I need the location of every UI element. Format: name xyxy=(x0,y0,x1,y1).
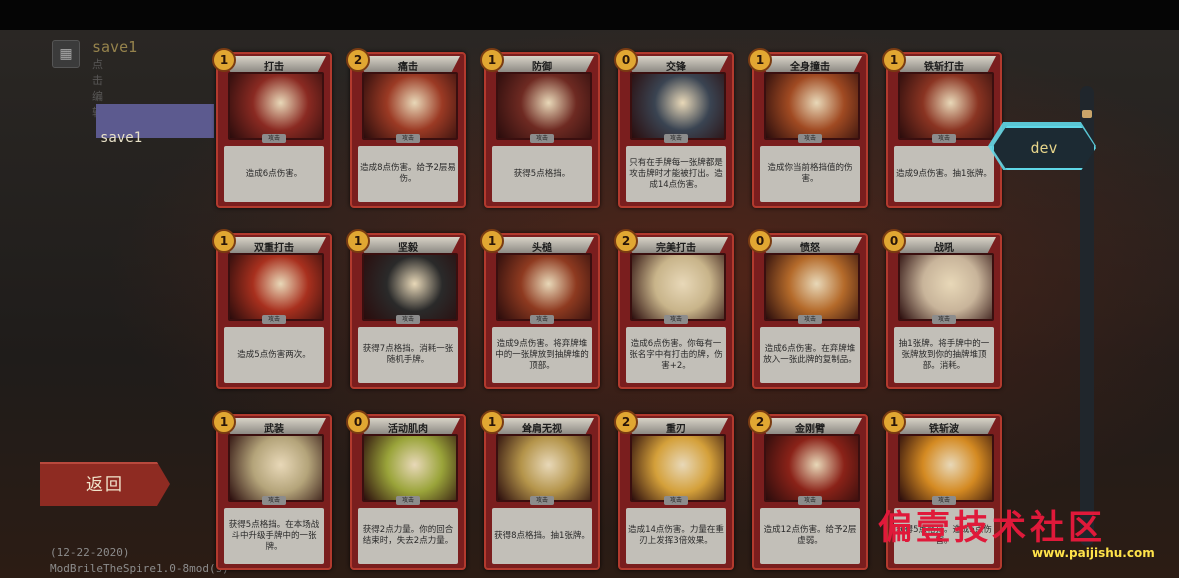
card-type-label: 攻击 xyxy=(664,496,688,505)
card[interactable]: 愤怒 攻击 造成6点伤害。在弃牌堆放入一张此牌的复制品。 0 xyxy=(748,229,868,389)
card[interactable]: 打击 攻击 造成6点伤害。 1 xyxy=(212,48,332,208)
energy-cost-icon: 0 xyxy=(346,410,370,434)
card-art xyxy=(764,72,860,140)
energy-cost-icon: 0 xyxy=(882,229,906,253)
dev-button[interactable]: dev xyxy=(992,126,1096,170)
card-type-label: 攻击 xyxy=(664,315,688,324)
scrollbar-thumb[interactable] xyxy=(1082,110,1092,118)
energy-cost-icon: 1 xyxy=(212,229,236,253)
card-type-label: 攻击 xyxy=(530,315,554,324)
card-description: 获得5点格挡。 xyxy=(492,146,592,202)
energy-cost-icon: 0 xyxy=(614,48,638,72)
card-description: 造成6点伤害。 xyxy=(224,146,324,202)
card-art xyxy=(898,72,994,140)
card-type-label: 攻击 xyxy=(530,134,554,143)
card-description: 只有在手牌每一张牌都是攻击牌时才能被打出。造成14点伤害。 xyxy=(626,146,726,202)
card[interactable]: 头槌 攻击 造成9点伤害。将弃牌堆中的一张牌放到抽牌堆的顶部。 1 xyxy=(480,229,600,389)
card-art xyxy=(630,253,726,321)
energy-cost-icon: 1 xyxy=(748,48,772,72)
card[interactable]: 坚毅 攻击 获得7点格挡。消耗一张随机手牌。 1 xyxy=(346,229,466,389)
card-art xyxy=(496,253,592,321)
card-description: 获得8点格挡。抽1张牌。 xyxy=(492,508,592,564)
footer-date: (12-22-2020) xyxy=(50,546,130,559)
energy-cost-icon: 1 xyxy=(212,410,236,434)
card-description: 造成8点伤害。给予2层易伤。 xyxy=(358,146,458,202)
top-black-bar xyxy=(0,0,1179,30)
energy-cost-icon: 1 xyxy=(212,48,236,72)
card[interactable]: 完美打击 攻击 造成6点伤害。你每有一张名字中有打击的牌，伤害+2。 2 xyxy=(614,229,734,389)
card-description: 造成你当前格挡值的伤害。 xyxy=(760,146,860,202)
energy-cost-icon: 1 xyxy=(480,410,504,434)
card[interactable]: 战吼 攻击 抽1张牌。将手牌中的一张牌放到你的抽牌堆顶部。消耗。 0 xyxy=(882,229,1002,389)
card-art xyxy=(228,72,324,140)
card-art xyxy=(764,253,860,321)
card-description: 造成5点伤害两次。 xyxy=(224,327,324,383)
card-art xyxy=(362,72,458,140)
energy-cost-icon: 2 xyxy=(614,229,638,253)
energy-cost-icon: 0 xyxy=(748,229,772,253)
card-art xyxy=(228,253,324,321)
card-type-label: 攻击 xyxy=(396,315,420,324)
card-art xyxy=(228,434,324,502)
energy-cost-icon: 1 xyxy=(882,48,906,72)
footer-mod-info: ModBrileTheSpire1.0-8mod(s) xyxy=(50,562,229,575)
card-art xyxy=(630,72,726,140)
card-type-label: 攻击 xyxy=(396,496,420,505)
card[interactable]: 铁斩打击 攻击 造成9点伤害。抽1张牌。 1 xyxy=(882,48,1002,208)
card-art xyxy=(764,434,860,502)
card[interactable]: 痛击 攻击 造成8点伤害。给予2层易伤。 2 xyxy=(346,48,466,208)
card-type-label: 攻击 xyxy=(530,496,554,505)
card-description: 造成6点伤害。在弃牌堆放入一张此牌的复制品。 xyxy=(760,327,860,383)
card-description: 抽1张牌。将手牌中的一张牌放到你的抽牌堆顶部。消耗。 xyxy=(894,327,994,383)
card-type-label: 攻击 xyxy=(262,315,286,324)
card[interactable]: 防御 攻击 获得5点格挡。 1 xyxy=(480,48,600,208)
save-slot-label[interactable]: save1 xyxy=(100,130,142,146)
card-type-label: 攻击 xyxy=(262,134,286,143)
energy-cost-icon: 1 xyxy=(480,48,504,72)
energy-cost-icon: 1 xyxy=(346,229,370,253)
energy-cost-icon: 1 xyxy=(480,229,504,253)
card-description: 造成6点伤害。你每有一张名字中有打击的牌，伤害+2。 xyxy=(626,327,726,383)
card-art xyxy=(362,253,458,321)
energy-cost-icon: 2 xyxy=(614,410,638,434)
card-type-label: 攻击 xyxy=(396,134,420,143)
card-type-label: 攻击 xyxy=(798,496,822,505)
energy-cost-icon: 2 xyxy=(748,410,772,434)
card-art xyxy=(496,434,592,502)
card-type-label: 攻击 xyxy=(664,134,688,143)
card-description: 造成14点伤害。力量在重刃上发挥3倍效果。 xyxy=(626,508,726,564)
card[interactable]: 全身撞击 攻击 造成你当前格挡值的伤害。 1 xyxy=(748,48,868,208)
card[interactable]: 双重打击 攻击 造成5点伤害两次。 1 xyxy=(212,229,332,389)
energy-cost-icon: 2 xyxy=(346,48,370,72)
card[interactable]: 耸肩无视 攻击 获得8点格挡。抽1张牌。 1 xyxy=(480,410,600,570)
card-description: 获得7点格挡。消耗一张随机手牌。 xyxy=(358,327,458,383)
card-art xyxy=(898,253,994,321)
card-art xyxy=(362,434,458,502)
card-art xyxy=(496,72,592,140)
card[interactable]: 武装 攻击 获得5点格挡。在本场战斗中升级手牌中的一张牌。 1 xyxy=(212,410,332,570)
back-button[interactable]: 返回 xyxy=(40,462,170,506)
card-description: 获得5点格挡。在本场战斗中升级手牌中的一张牌。 xyxy=(224,508,324,564)
card[interactable]: 交锋 攻击 只有在手牌每一张牌都是攻击牌时才能被打出。造成14点伤害。 0 xyxy=(614,48,734,208)
save-name: save1 xyxy=(92,38,138,56)
energy-cost-icon: 1 xyxy=(882,410,906,434)
card-art xyxy=(898,434,994,502)
card[interactable]: 金刚臂 攻击 造成12点伤害。给予2层虚弱。 2 xyxy=(748,410,868,570)
card-art xyxy=(630,434,726,502)
watermark-url: www.paijishu.com xyxy=(1032,546,1155,560)
card[interactable]: 活动肌肉 攻击 获得2点力量。你的回合结束时，失去2点力量。 0 xyxy=(346,410,466,570)
card-type-label: 攻击 xyxy=(798,315,822,324)
save-icon[interactable]: ▦ xyxy=(52,40,80,68)
card-type-label: 攻击 xyxy=(798,134,822,143)
card-description: 造成9点伤害。抽1张牌。 xyxy=(894,146,994,202)
card-description: 获得2点力量。你的回合结束时，失去2点力量。 xyxy=(358,508,458,564)
watermark-text: 偏壹技术社区 xyxy=(878,508,1106,548)
card-type-label: 攻击 xyxy=(262,496,286,505)
card-type-label: 攻击 xyxy=(932,134,956,143)
card[interactable]: 重刃 攻击 造成14点伤害。力量在重刃上发挥3倍效果。 2 xyxy=(614,410,734,570)
card-type-label: 攻击 xyxy=(932,315,956,324)
card-description: 造成12点伤害。给予2层虚弱。 xyxy=(760,508,860,564)
card-description: 造成9点伤害。将弃牌堆中的一张牌放到抽牌堆的顶部。 xyxy=(492,327,592,383)
